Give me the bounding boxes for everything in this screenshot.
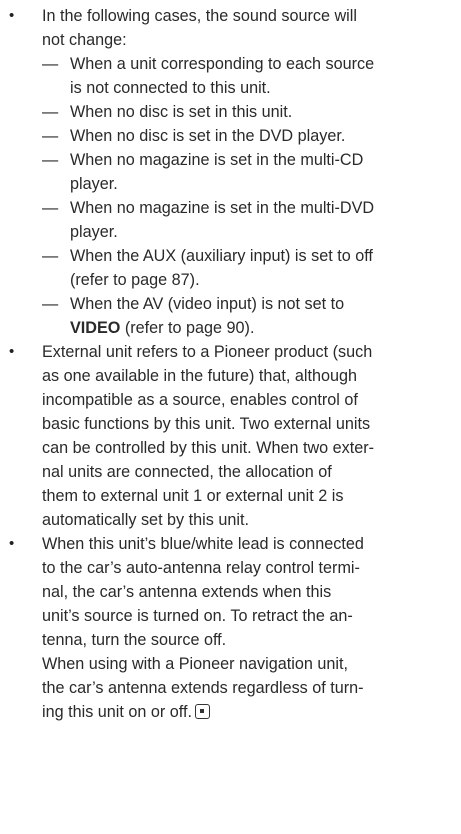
text-span: ing this unit on or off. (42, 703, 192, 721)
text-line: unit’s source is turned on. To retract t… (42, 607, 353, 625)
text-line: them to external unit 1 or external unit… (42, 487, 344, 505)
text-line: External unit refers to a Pioneer produc… (42, 343, 373, 361)
text-line: player. (70, 175, 118, 193)
sub-item: — When no disc is set in this unit. (42, 100, 455, 124)
text-line: When no disc is set in the DVD player. (70, 127, 346, 145)
dash-mark: — (42, 103, 59, 121)
text-line: When no magazine is set in the multi-CD (70, 151, 364, 169)
sub-item: — When no magazine is set in the multi-D… (42, 196, 455, 244)
sub-item: — When the AV (video input) is not set t… (42, 292, 455, 340)
text-line: incompatible as a source, enables contro… (42, 391, 358, 409)
dash-mark: — (42, 151, 59, 169)
sub-item: — When no magazine is set in the multi-C… (42, 148, 455, 196)
text-line: the car’s antenna extends regardless of … (42, 679, 364, 697)
text-line: basic functions by this unit. Two extern… (42, 415, 371, 433)
text-line: nal units are connected, the allocation … (42, 463, 332, 481)
dash-mark: — (42, 247, 59, 265)
text-line: When the AUX (auxiliary input) is set to… (70, 247, 373, 265)
text-line: to the car’s auto-antenna relay control … (42, 559, 360, 577)
text-line: When no magazine is set in the multi-DVD (70, 199, 375, 217)
text-line: not change: (42, 31, 127, 49)
dash-mark: — (42, 199, 59, 217)
text-line: nal, the car’s antenna extends when this (42, 583, 332, 601)
text-line: ing this unit on or off. (42, 700, 455, 724)
text-line: In the following cases, the sound source… (42, 7, 357, 25)
sub-item: — When the AUX (auxiliary input) is set … (42, 244, 455, 292)
text-line: tenna, turn the source off. (42, 631, 227, 649)
dash-mark: — (42, 127, 59, 145)
text-line: as one available in the future) that, al… (42, 367, 357, 385)
bold-keyword: VIDEO (70, 319, 121, 337)
bullet-item-external-unit: External unit refers to a Pioneer produc… (6, 340, 455, 532)
text-line: is not connected to this unit. (70, 79, 271, 97)
text-line: When using with a Pioneer navigation uni… (42, 655, 348, 673)
text-line: When this unit’s blue/white lead is conn… (42, 535, 364, 553)
text-span: (refer to page 90). (120, 319, 255, 337)
text-line: player. (70, 223, 118, 241)
document-page: In the following cases, the sound source… (0, 0, 461, 834)
text-line: When a unit corresponding to each source (70, 55, 375, 73)
sub-item: — When a unit corresponding to each sour… (42, 52, 455, 100)
text-line: When no disc is set in this unit. (70, 103, 293, 121)
dash-mark: — (42, 55, 59, 73)
dash-mark: — (42, 295, 59, 313)
bullet-item-sound-source: In the following cases, the sound source… (6, 4, 455, 340)
text-line: automatically set by this unit. (42, 511, 249, 529)
end-of-section-icon (194, 704, 210, 719)
bullet-item-antenna: When this unit’s blue/white lead is conn… (6, 532, 455, 724)
text-line: When the AV (video input) is not set to (70, 295, 345, 313)
text-line: (refer to page 87). (70, 271, 200, 289)
sub-item: — When no disc is set in the DVD player. (42, 124, 455, 148)
text-line: VIDEO (refer to page 90). (70, 316, 455, 340)
text-line: can be controlled by this unit. When two… (42, 439, 375, 457)
